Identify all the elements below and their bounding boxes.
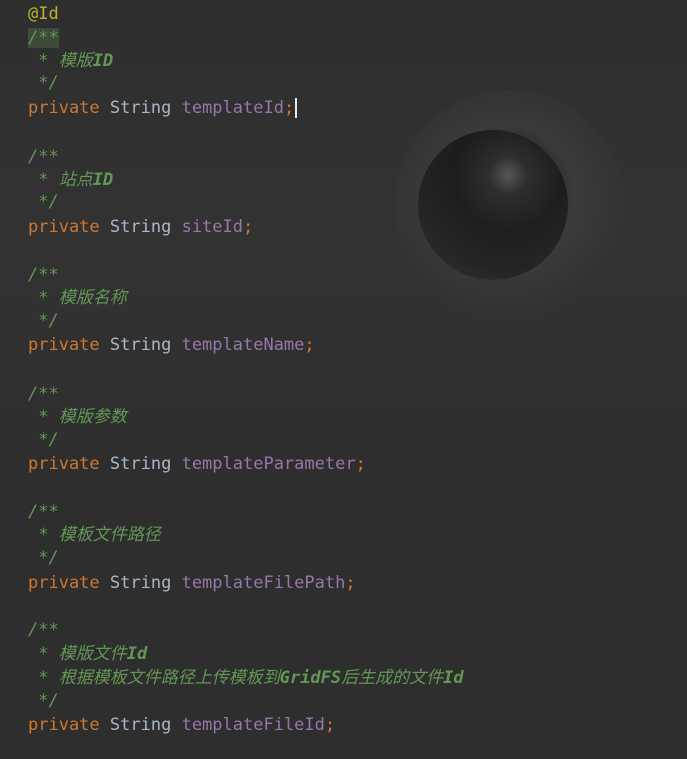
- code-editor[interactable]: @Id /** * 模版ID */ private String templat…: [0, 0, 687, 759]
- comment-close: */: [28, 73, 59, 93]
- comment-close: */: [28, 691, 59, 711]
- field-declaration: private String templateName;: [28, 335, 315, 355]
- field-declaration: private String templateParameter;: [28, 454, 366, 474]
- comment-open: /**: [28, 502, 59, 522]
- field-declaration: private String templateId;: [28, 97, 298, 119]
- comment-open: /**: [28, 384, 59, 404]
- comment-line: * 模版参数: [28, 407, 127, 427]
- comment-open: /**: [28, 620, 59, 640]
- comment-close: */: [28, 430, 59, 450]
- text-cursor: [295, 98, 298, 118]
- field-declaration: private String templateFileId;: [28, 715, 336, 735]
- comment-open: /**: [28, 147, 59, 167]
- comment-close: */: [28, 192, 59, 212]
- comment-line: * 模板文件路径: [28, 525, 161, 545]
- annotation-id: @Id: [28, 4, 59, 24]
- field-declaration: private String templateFilePath;: [28, 573, 356, 593]
- comment-close: */: [28, 311, 59, 331]
- comment-open: /**: [28, 28, 59, 48]
- comment-open: /**: [28, 265, 59, 285]
- comment-line: * 根据模板文件路径上传模板到GridFS后生成的文件Id: [28, 668, 464, 688]
- comment-line: * 模版ID: [28, 51, 114, 71]
- comment-line: * 模版名称: [28, 288, 127, 308]
- comment-line: * 模版文件Id: [28, 644, 148, 664]
- comment-line: * 站点ID: [28, 170, 114, 190]
- comment-close: */: [28, 548, 59, 568]
- field-declaration: private String siteId;: [28, 217, 254, 237]
